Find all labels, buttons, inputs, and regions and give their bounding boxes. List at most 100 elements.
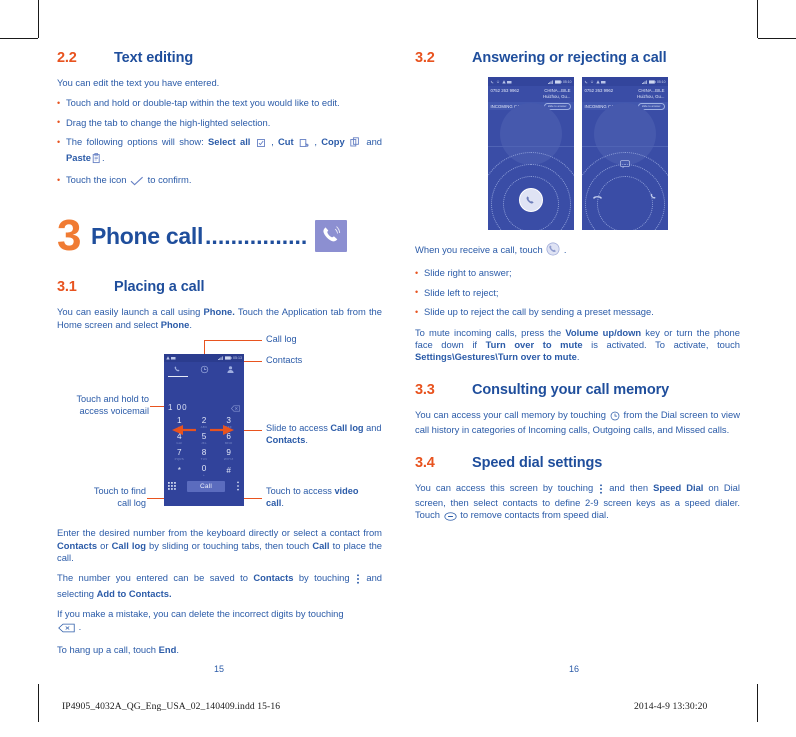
overflow-menu-icon xyxy=(356,574,360,587)
ripple-inner xyxy=(596,176,653,230)
key-hash[interactable]: # xyxy=(216,463,241,479)
dialer-status-bar: 05:13 xyxy=(164,354,244,363)
key-0[interactable]: 0 + xyxy=(192,463,217,479)
cut-label: Cut xyxy=(278,136,294,148)
key-digit: 7 xyxy=(177,448,182,458)
reject-call-option[interactable] xyxy=(592,188,603,206)
chapter-number: 3 xyxy=(57,211,82,261)
key-digit: 8 xyxy=(201,448,207,458)
section-number: 3.4 xyxy=(415,454,435,471)
download-icon xyxy=(496,79,500,83)
bullet-text: The following options will show: xyxy=(66,136,209,148)
crop-mark-top-left-horizontal xyxy=(0,38,38,39)
section-number: 3.3 xyxy=(415,381,435,398)
bullet-text: Touch and hold or double-tap within the … xyxy=(66,97,340,109)
list-item: Slide right to answer; xyxy=(415,267,740,280)
contacts-bold: Contacts xyxy=(57,539,98,551)
entered-number: 1 00 xyxy=(168,403,188,413)
answer-reject-bullets: Slide right to answer; Slide left to rej… xyxy=(415,267,740,319)
line2: call log xyxy=(117,497,146,508)
heading-3-1: 3.1 Placing a call xyxy=(57,279,382,295)
key-star[interactable]: * xyxy=(167,463,192,479)
heading-3-4: 3.4 Speed dial settings xyxy=(415,455,740,471)
text: is activated. To activate, touch xyxy=(582,339,741,351)
key-8[interactable]: 8 TUV xyxy=(192,447,217,463)
battery-icon xyxy=(649,79,656,84)
text: You can easily launch a call using xyxy=(57,306,204,318)
sim-icon xyxy=(171,357,176,360)
signal-icon xyxy=(548,79,553,84)
chapter-dots: ................ xyxy=(205,222,308,249)
key-sub: + xyxy=(203,473,205,478)
backspace-icon xyxy=(58,623,75,636)
text-editing-bullets: Touch and hold or double-tap within the … xyxy=(57,97,382,189)
callout-video-call: Touch to access video call. xyxy=(266,486,386,509)
call-log-bold: Call log xyxy=(111,539,146,551)
right-page-column: 3.2 Answering or rejecting a call 05:10 … xyxy=(415,50,740,533)
signal-icon xyxy=(642,79,647,84)
speed-dial-para: You can access this screen by touching a… xyxy=(415,482,740,525)
contacts-bold: Contacts xyxy=(266,434,306,445)
sim-icon xyxy=(507,80,512,83)
status-right-icons: 05:13 xyxy=(218,356,242,361)
add-to-contacts-bold: Add to Contacts. xyxy=(96,587,172,599)
crop-mark-bottom-left-vertical xyxy=(38,684,39,722)
text: and xyxy=(363,423,382,434)
carrier-line-1: CHINA...BILE xyxy=(544,88,571,93)
tab-call-log[interactable] xyxy=(191,362,218,377)
list-item: Touch the icon to confirm. xyxy=(57,174,382,189)
key-9[interactable]: 9 WXYZ xyxy=(216,447,241,463)
crop-mark-top-left-vertical xyxy=(38,0,39,38)
callout-slide-access: Slide to access Call log and Contacts. xyxy=(266,423,386,446)
text: to remove contacts from speed dial. xyxy=(457,509,609,521)
text: by touching xyxy=(293,572,355,584)
key-sub: JKL xyxy=(201,441,207,446)
select-all-label: Select all xyxy=(208,136,251,148)
placing-call-para-5: To hang up a call, touch End. xyxy=(57,644,382,656)
imprint-filename: IP4905_4032A_QG_Eng_USA_02_140409.indd 1… xyxy=(62,701,281,712)
incoming-call-screenshot-2: 05:10 0752 263 9962 CHINA...BILE Huizhou… xyxy=(581,77,668,230)
status-bar: 05:10 xyxy=(581,77,668,86)
receive-call-lead: When you receive a call, touch . xyxy=(415,242,740,259)
status-left-icons xyxy=(166,356,176,360)
tab-contacts[interactable] xyxy=(217,362,244,377)
section-number: 3.2 xyxy=(415,50,435,66)
placing-call-para-2: Enter the desired number from the keyboa… xyxy=(57,527,382,564)
answer-call-button[interactable] xyxy=(518,188,543,212)
answer-call-option[interactable] xyxy=(649,188,658,206)
message-bubble-icon xyxy=(619,160,630,169)
dialer-tab-bar xyxy=(164,362,244,378)
status-time: 05:13 xyxy=(233,355,242,360)
list-item: Slide left to reject; xyxy=(415,286,740,299)
section-title: Text editing xyxy=(114,50,194,66)
crop-mark-top-right-vertical xyxy=(757,0,758,38)
missed-call-icon xyxy=(584,80,587,83)
reject-handset-icon xyxy=(592,196,602,199)
send-message-option[interactable] xyxy=(619,156,630,174)
key-digit: # xyxy=(226,466,231,476)
key-sub: GHI xyxy=(176,441,183,446)
bullet-text-end: . xyxy=(102,151,105,163)
key-sub: WXYZ xyxy=(223,457,234,462)
section-title: Answering or rejecting a call xyxy=(472,50,667,66)
call-button[interactable]: Call xyxy=(187,480,225,492)
grid-dialpad-icon[interactable] xyxy=(168,482,176,491)
bullet-text: Touch the icon xyxy=(66,174,130,186)
overflow-menu-icon[interactable] xyxy=(236,481,240,491)
key-7[interactable]: 7 PQRS xyxy=(167,447,192,463)
battery-icon xyxy=(555,79,562,84)
call-memory-para: You can access your call memory by touch… xyxy=(415,409,740,437)
status-left-icons xyxy=(584,79,607,84)
answer-handset-icon xyxy=(650,193,656,199)
placing-call-intro: You can easily launch a call using Phone… xyxy=(57,306,382,331)
call-log-bold: Call log xyxy=(330,423,364,434)
text: . xyxy=(561,244,567,255)
backspace-icon[interactable] xyxy=(231,405,240,412)
incoming-call-screenshot-1: 05:10 0752 263 9962 CHINA...BILE Huizhou… xyxy=(487,77,574,230)
callout-voicemail: Touch and hold to access voicemail xyxy=(57,394,149,417)
chapter-heading-3: 3 Phone call ................ xyxy=(57,211,382,261)
line2: access voicemail xyxy=(79,405,149,416)
manual-page-spread: 2.2 Text editing You can edit the text y… xyxy=(0,0,796,737)
callout-contacts: Contacts xyxy=(266,355,303,366)
section-title: Consulting your call memory xyxy=(472,381,670,398)
